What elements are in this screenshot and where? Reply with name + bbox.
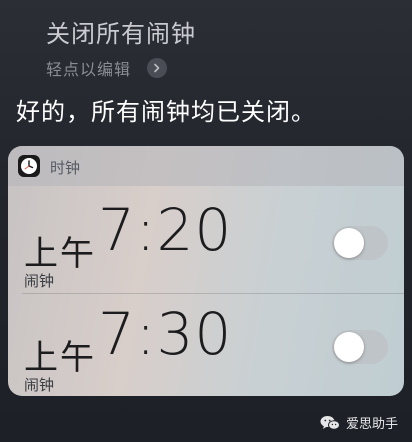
edit-hint-row[interactable]: 轻点以编辑: [46, 56, 168, 80]
siri-response-text: 好的，所有闹钟均已关闭。: [16, 98, 316, 126]
alarm-label: 闹钟: [24, 272, 55, 290]
clock-result-card[interactable]: 时钟 上午 7:20 闹钟 上午 7:30 闹钟: [8, 146, 404, 396]
watermark: 爱思助手: [320, 413, 398, 432]
edit-hint-label[interactable]: 轻点以编辑: [46, 56, 131, 80]
app-name: 时钟: [50, 159, 81, 177]
clock-icon: [18, 155, 40, 177]
siri-query-text[interactable]: 关闭所有闹钟: [46, 14, 196, 49]
alarm-time: 7:20: [98, 196, 233, 264]
toggle-knob: [334, 228, 364, 258]
alarm-row[interactable]: 上午 7:20 闹钟: [8, 190, 404, 294]
card-header: 时钟: [8, 146, 404, 186]
alarm-label: 闹钟: [24, 376, 55, 394]
alarm-row[interactable]: 上午 7:30 闹钟: [8, 294, 404, 396]
watermark-text: 爱思助手: [345, 417, 398, 432]
alarm-toggle[interactable]: [332, 226, 388, 260]
alarm-ampm: 上午: [24, 234, 96, 274]
alarm-ampm: 上午: [24, 338, 96, 378]
chevron-right-icon[interactable]: [147, 58, 168, 78]
alarm-time: 7:30: [98, 300, 233, 368]
wechat-icon: [320, 415, 340, 430]
toggle-knob: [334, 332, 364, 362]
alarm-toggle[interactable]: [332, 330, 388, 364]
